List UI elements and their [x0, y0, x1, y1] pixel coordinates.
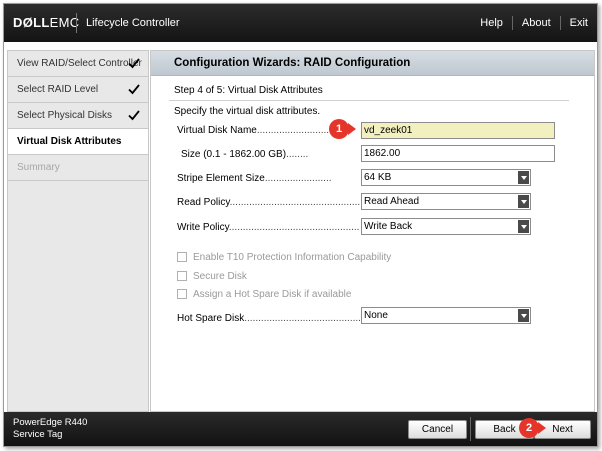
about-link[interactable]: About — [511, 16, 560, 30]
dropdown-arrow-icon — [518, 220, 529, 233]
bottom-footer: PowerEdge R440 Service Tag Cancel Back N… — [4, 412, 597, 446]
exit-link[interactable]: Exit — [559, 16, 597, 30]
sidebar-item-summary: Summary — [8, 155, 148, 181]
select-value: Write Back — [364, 221, 413, 232]
app-title: Lifecycle Controller — [86, 17, 180, 29]
help-link[interactable]: Help — [471, 16, 512, 30]
logo-dell: DØLL — [13, 15, 50, 30]
model-name: PowerEdge R440 — [13, 417, 88, 428]
assign-hot-spare-checkbox — [177, 289, 187, 300]
footer-divider — [470, 417, 471, 441]
stripe-element-size-label: Stripe Element Size.....................… — [177, 173, 332, 184]
sidebar-item-label: Select Physical Disks — [17, 110, 113, 121]
header-divider — [76, 13, 77, 33]
sidebar-item-label: View RAID/Select Controller — [17, 58, 142, 69]
step-indicator: Step 4 of 5: Virtual Disk Attributes — [174, 85, 323, 96]
main-panel: Configuration Wizards: RAID Configuratio… — [150, 50, 595, 412]
sidebar-item-view-raid[interactable]: View RAID/Select Controller — [8, 51, 148, 77]
dropdown-arrow-icon — [518, 195, 529, 208]
dell-emc-logo: DØLLEMC — [13, 15, 79, 30]
instructions-text: Specify the virtual disk attributes. — [174, 106, 321, 117]
callout-badge-1: 1 — [329, 119, 349, 139]
select-value: Read Ahead — [364, 196, 420, 207]
wizard-steps-sidebar: View RAID/Select Controller Select RAID … — [7, 50, 149, 412]
stripe-element-size-select[interactable]: 64 KB — [361, 169, 531, 186]
system-info: PowerEdge R440 Service Tag — [13, 417, 87, 441]
divider — [169, 100, 569, 101]
sidebar-item-label: Virtual Disk Attributes — [17, 136, 122, 147]
sidebar-item-select-physical-disks[interactable]: Select Physical Disks — [8, 103, 148, 129]
write-policy-select[interactable]: Write Back — [361, 218, 531, 235]
callout-badge-2: 2 — [519, 418, 539, 438]
read-policy-label: Read Policy.............................… — [177, 197, 363, 208]
logo-emc: EMC — [49, 15, 80, 30]
lifecycle-controller-window: DØLLEMC Lifecycle Controller Help About … — [3, 3, 598, 447]
secure-disk-option: Secure Disk — [177, 271, 247, 282]
size-input[interactable] — [361, 145, 555, 162]
checkmark-icon — [128, 58, 140, 69]
callout-pointer-icon — [538, 422, 546, 434]
sidebar-item-virtual-disk-attributes[interactable]: Virtual Disk Attributes — [8, 129, 148, 155]
top-header: DØLLEMC Lifecycle Controller Help About … — [4, 4, 597, 42]
checkmark-icon — [128, 84, 140, 95]
service-tag: Service Tag — [13, 429, 63, 440]
virtual-disk-name-label: Virtual Disk Name.......................… — [177, 125, 330, 136]
sidebar-item-label: Select RAID Level — [17, 84, 99, 95]
header-nav: Help About Exit — [471, 4, 597, 42]
t10-protection-checkbox — [177, 252, 187, 263]
sidebar-item-select-raid-level[interactable]: Select RAID Level — [8, 77, 148, 103]
hot-spare-disk-select[interactable]: None — [361, 307, 531, 324]
size-label: Size (0.1 - 1862.00 GB)........ — [181, 149, 309, 160]
select-value: 64 KB — [364, 172, 392, 183]
checkmark-icon — [128, 110, 140, 121]
secure-disk-checkbox — [177, 271, 187, 282]
t10-protection-option: Enable T10 Protection Information Capabi… — [177, 252, 391, 263]
callout-pointer-icon — [348, 123, 356, 135]
assign-hot-spare-option: Assign a Hot Spare Disk if available — [177, 289, 351, 300]
cancel-button[interactable]: Cancel — [408, 420, 467, 439]
dropdown-arrow-icon — [518, 171, 529, 184]
write-policy-label: Write Policy............................… — [177, 222, 360, 233]
dropdown-arrow-icon — [518, 309, 529, 322]
virtual-disk-name-input[interactable] — [361, 122, 555, 139]
select-value: None — [364, 310, 388, 321]
read-policy-select[interactable]: Read Ahead — [361, 193, 531, 210]
sidebar-item-label: Summary — [17, 162, 60, 173]
page-title: Configuration Wizards: RAID Configuratio… — [151, 51, 594, 76]
